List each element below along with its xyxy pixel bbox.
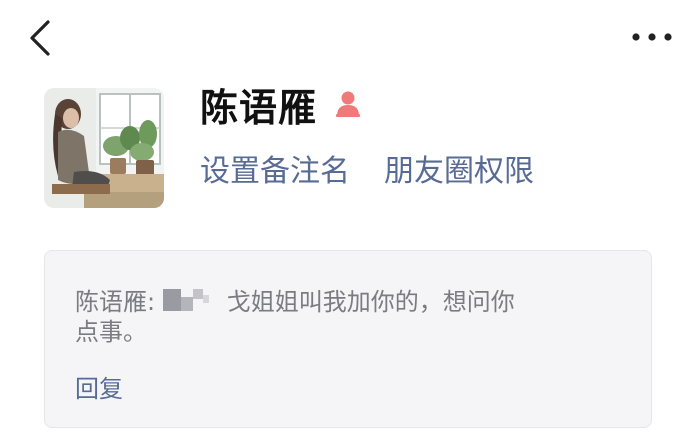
profile-photo: [44, 88, 164, 208]
contact-name-row: 陈语雁: [200, 78, 363, 130]
set-remark-link[interactable]: 设置备注名: [200, 146, 350, 190]
back-button[interactable]: [22, 16, 62, 60]
top-navigation-bar: [0, 0, 700, 80]
chevron-left-icon: [30, 20, 50, 56]
friend-request-card: 陈语雁: 戈姐姐叫我加你的，想问你 点事。 回复: [44, 250, 652, 428]
message-text-1: 戈姐姐叫我加你的，想问你: [226, 288, 515, 316]
friend-request-message: 陈语雁: 戈姐姐叫我加你的，想问你 点事。: [75, 285, 555, 347]
female-icon: [336, 91, 361, 117]
more-button[interactable]: [626, 22, 678, 52]
reply-button[interactable]: 回复: [75, 369, 123, 404]
pixelated-redaction: [162, 285, 225, 313]
message-line-2: 点事。: [75, 318, 147, 346]
avatar[interactable]: [44, 88, 164, 208]
sender-prefix: 陈语雁:: [75, 288, 156, 316]
moments-permission-link[interactable]: 朋友圈权限: [384, 146, 534, 190]
contact-actions: 设置备注名 朋友圈权限: [200, 146, 534, 190]
message-line-1: 陈语雁: 戈姐姐叫我加你的，想问你: [75, 285, 555, 317]
contact-name: 陈语雁: [200, 85, 318, 130]
more-icon: [632, 33, 672, 41]
